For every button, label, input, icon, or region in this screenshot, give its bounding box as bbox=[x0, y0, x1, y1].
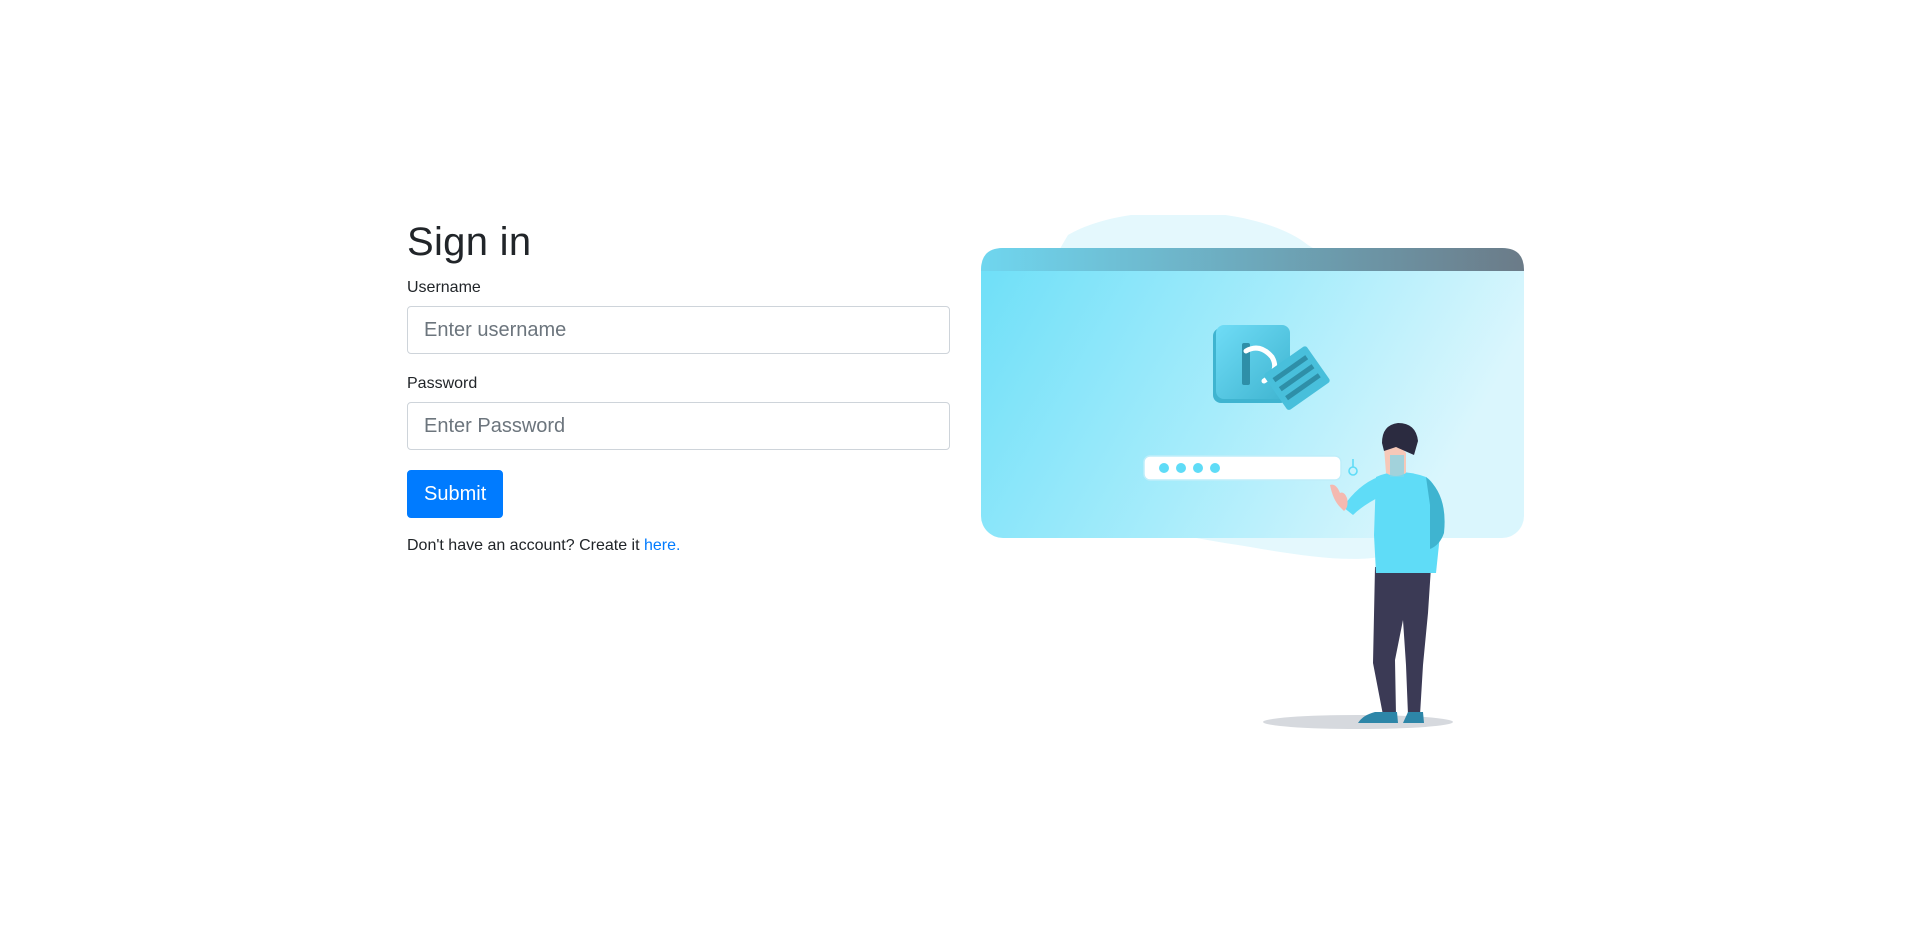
password-field-graphic bbox=[1143, 455, 1358, 481]
submit-button[interactable]: Submit bbox=[407, 470, 504, 518]
username-input[interactable] bbox=[407, 306, 950, 354]
signup-prompt-text: Don't have an account? Create it bbox=[407, 537, 644, 554]
sign-in-form: Sign in Username Password Submit Don't h… bbox=[407, 218, 950, 556]
signup-prompt: Don't have an account? Create it here. bbox=[407, 536, 950, 556]
password-input[interactable] bbox=[407, 402, 950, 450]
secure-login-illustration bbox=[981, 215, 1524, 729]
password-label: Password bbox=[407, 375, 478, 392]
username-label: Username bbox=[407, 279, 481, 296]
signup-link[interactable]: here. bbox=[644, 537, 680, 554]
sign-in-page: Sign in Username Password Submit Don't h… bbox=[0, 0, 1920, 942]
page-title: Sign in bbox=[407, 220, 532, 264]
